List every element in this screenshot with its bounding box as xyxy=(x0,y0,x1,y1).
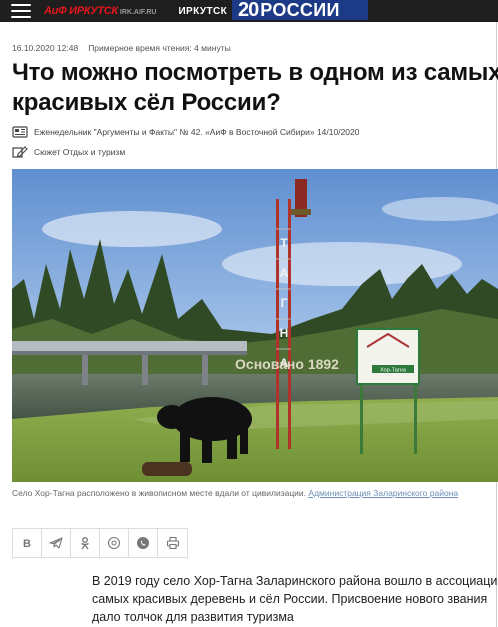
share-viber-button[interactable] xyxy=(129,529,158,557)
tower-letter: А xyxy=(280,266,289,280)
topic-text: Сюжет Отдых и туризм xyxy=(34,147,126,157)
photo-caption: Село Хор-Тагна расположено в живописном … xyxy=(12,486,482,500)
svg-text:B: B xyxy=(23,538,31,550)
edit-icon xyxy=(12,146,28,158)
promo-word: РОССИИ xyxy=(260,0,340,20)
odnoklassniki-icon xyxy=(81,537,89,550)
article-title: Что можно посмотреть в одном из самых кр… xyxy=(12,59,498,116)
logo-domain: IRK.AIF.RU xyxy=(119,9,157,16)
article-paragraph: В 2019 году село Хор-Тагна Заларинского … xyxy=(92,574,498,624)
site-logo[interactable]: АиФ ИРКУТСК IRK.AIF.RU xyxy=(44,5,156,17)
menu-icon[interactable] xyxy=(11,4,31,18)
share-vk-button[interactable]: B xyxy=(13,529,42,557)
share-email-button[interactable] xyxy=(100,529,129,557)
article-body: В 2019 году село Хор-Тагна Заларинского … xyxy=(92,572,498,626)
share-telegram-button[interactable] xyxy=(42,529,71,557)
newspaper-icon xyxy=(12,126,28,138)
caption-link[interactable]: Администрация Заларинского района xyxy=(308,488,458,498)
telegram-icon xyxy=(49,537,63,549)
article-meta: 16.10.2020 12:48 Примерное время чтения:… xyxy=(12,43,231,53)
share-bar: B xyxy=(12,528,188,558)
promo-banner[interactable]: 20 РОССИИ xyxy=(232,0,368,21)
article-photo[interactable]: Т А Г Н А Основано 1892 Хор-Тагна xyxy=(12,169,498,482)
source-text: Еженедельник "Аргументы и Факты" № 42. «… xyxy=(34,127,360,137)
email-icon xyxy=(107,536,121,550)
article-topic[interactable]: Сюжет Отдых и туризм xyxy=(12,146,125,158)
viber-icon xyxy=(137,537,149,549)
share-odnoklassniki-button[interactable] xyxy=(71,529,100,557)
read-time: Примерное время чтения: 4 минуты xyxy=(88,43,231,53)
article-source[interactable]: Еженедельник "Аргументы и Факты" № 42. «… xyxy=(12,126,359,138)
article-date: 16.10.2020 12:48 xyxy=(12,43,79,53)
top-bar: АиФ ИРКУТСК IRK.AIF.RU ИРКУТСК 20 РОССИИ xyxy=(0,0,498,22)
founded-sign: Основано 1892 xyxy=(235,356,339,372)
share-print-button[interactable] xyxy=(158,529,187,557)
logo-text: АиФ ИРКУТСК xyxy=(44,5,118,17)
tower-letter: Н xyxy=(280,326,289,340)
tower-letter: Т xyxy=(280,236,288,250)
city-label[interactable]: ИРКУТСК xyxy=(178,6,227,17)
promo-number: 20 xyxy=(238,0,259,21)
caption-text: Село Хор-Тагна расположено в живописном … xyxy=(12,488,309,498)
print-icon xyxy=(166,536,179,550)
vk-icon: B xyxy=(23,538,31,550)
board-text: Хор-Тагна xyxy=(380,368,407,374)
tower-letter: Г xyxy=(281,296,288,310)
